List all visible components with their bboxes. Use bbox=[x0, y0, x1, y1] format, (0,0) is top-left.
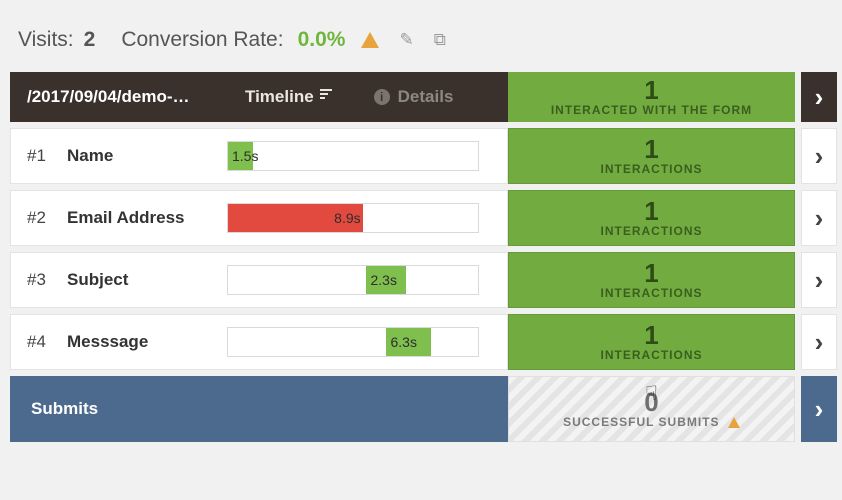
interactions-label: INTERACTIONS bbox=[601, 224, 703, 238]
tab-timeline[interactable]: Timeline bbox=[245, 87, 334, 107]
row-index: #2 bbox=[27, 208, 67, 228]
timeline-label: Timeline bbox=[245, 87, 314, 107]
page-path[interactable]: /2017/09/04/demo-… bbox=[27, 87, 227, 107]
submits-row: Submits ☟ 0 SUCCESSFUL SUBMITS › bbox=[10, 376, 832, 442]
expand-row-button[interactable]: › bbox=[801, 128, 837, 184]
field-label: Name bbox=[67, 146, 227, 166]
tab-details[interactable]: i Details bbox=[374, 87, 454, 107]
visits-value: 2 bbox=[84, 28, 96, 52]
conversion-rate-value: 0.0% bbox=[298, 28, 346, 52]
interactions-cell: 1INTERACTIONS bbox=[508, 252, 795, 308]
table-row: #4Messsage6.3s1INTERACTIONS› bbox=[10, 314, 832, 370]
sort-icon bbox=[314, 87, 334, 107]
expand-row-button[interactable]: › bbox=[801, 252, 837, 308]
timeline-bar: 2.3s bbox=[227, 265, 479, 295]
timeline-value: 1.5s bbox=[232, 148, 258, 164]
conversion-rate-label: Conversion Rate: bbox=[121, 28, 283, 52]
interactions-label: INTERACTIONS bbox=[601, 348, 703, 362]
interactions-count: 1 bbox=[644, 198, 658, 224]
table-row: #3Subject2.3s1INTERACTIONS› bbox=[10, 252, 832, 308]
submits-label: Submits bbox=[31, 399, 98, 419]
form-analytics-table: /2017/09/04/demo-… Timeline i Details 1 … bbox=[10, 72, 832, 442]
table-row: #1Name1.5s1INTERACTIONS› bbox=[10, 128, 832, 184]
expand-submits-button[interactable]: › bbox=[801, 376, 837, 442]
timeline-bar: 6.3s bbox=[227, 327, 479, 357]
expand-row-button[interactable]: › bbox=[801, 190, 837, 246]
expand-row-button[interactable]: › bbox=[801, 314, 837, 370]
interactions-count: 1 bbox=[644, 136, 658, 162]
edit-icon[interactable]: ✎ bbox=[399, 30, 413, 50]
interactions-cell: 1INTERACTIONS bbox=[508, 128, 795, 184]
header-interactions-count: 1 bbox=[644, 77, 658, 103]
export-icon[interactable]: ⧉ bbox=[434, 30, 446, 50]
interactions-cell: 1INTERACTIONS bbox=[508, 190, 795, 246]
timeline-value: 8.9s bbox=[334, 210, 360, 226]
interactions-cell: 1INTERACTIONS bbox=[508, 314, 795, 370]
timeline-value: 6.3s bbox=[391, 334, 417, 350]
row-index: #1 bbox=[27, 146, 67, 166]
header-interactions-cell: 1 INTERACTED WITH THE FORM bbox=[508, 72, 795, 122]
interactions-label: INTERACTIONS bbox=[601, 162, 703, 176]
interactions-count: 1 bbox=[644, 322, 658, 348]
info-icon: i bbox=[374, 89, 390, 105]
timeline-bar: 1.5s bbox=[227, 141, 479, 171]
field-label: Subject bbox=[67, 270, 227, 290]
submits-sub-label: SUCCESSFUL SUBMITS bbox=[563, 415, 740, 429]
submits-count: 0 bbox=[644, 389, 658, 415]
table-header-row: /2017/09/04/demo-… Timeline i Details 1 … bbox=[10, 72, 832, 122]
interactions-count: 1 bbox=[644, 260, 658, 286]
details-label: Details bbox=[398, 87, 454, 107]
expand-header-button[interactable]: › bbox=[801, 72, 837, 122]
interactions-label: INTERACTIONS bbox=[601, 286, 703, 300]
row-index: #3 bbox=[27, 270, 67, 290]
timeline-value: 2.3s bbox=[371, 272, 397, 288]
warning-icon bbox=[728, 417, 740, 428]
submits-cell[interactable]: ☟ 0 SUCCESSFUL SUBMITS bbox=[508, 376, 795, 442]
table-row: #2Email Address8.9s1INTERACTIONS› bbox=[10, 190, 832, 246]
timeline-bar: 8.9s bbox=[227, 203, 479, 233]
field-label: Email Address bbox=[67, 208, 227, 228]
header-interactions-label: INTERACTED WITH THE FORM bbox=[551, 103, 752, 117]
row-index: #4 bbox=[27, 332, 67, 352]
visits-label: Visits: bbox=[18, 28, 74, 52]
field-label: Messsage bbox=[67, 332, 227, 352]
warning-icon bbox=[361, 32, 379, 48]
